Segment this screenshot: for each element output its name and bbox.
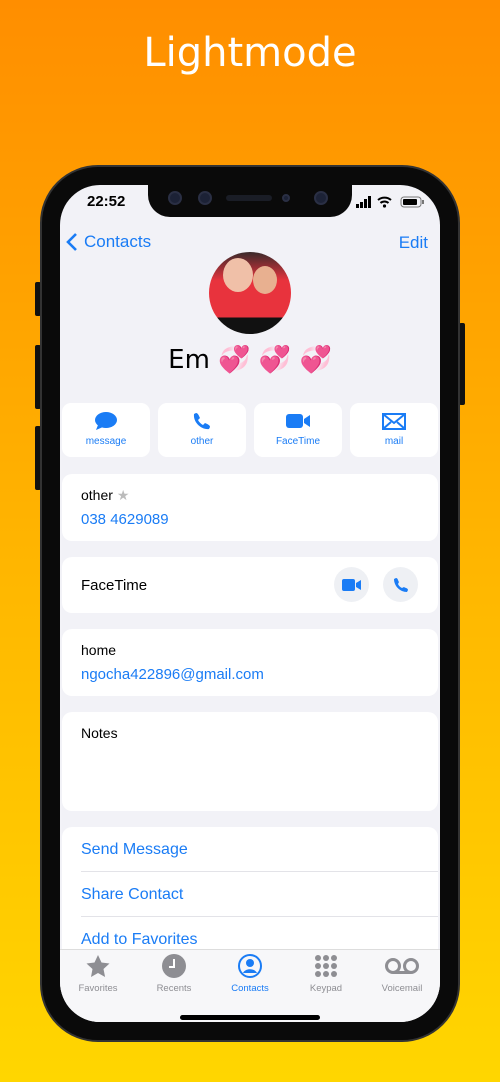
facetime-video-button[interactable] [334, 567, 369, 602]
message-button[interactable]: message [62, 403, 150, 457]
message-bubble-icon [95, 412, 117, 430]
phone-icon [193, 413, 210, 430]
call-button[interactable]: other [158, 403, 246, 457]
email-card[interactable]: home ngocha422896@gmail.com [62, 629, 438, 696]
email-value[interactable]: ngocha422896@gmail.com [81, 666, 264, 683]
back-button[interactable]: Contacts [66, 232, 151, 252]
person-circle-icon [238, 954, 262, 978]
tab-contacts[interactable]: Contacts [212, 954, 288, 994]
contact-name: Em 💞 💞 💞 [168, 345, 332, 375]
phone-card[interactable]: other ★ 038 4629089 [62, 474, 438, 541]
tab-favorites[interactable]: Favorites [60, 954, 136, 994]
facetime-label: FaceTime [81, 577, 148, 594]
chevron-left-icon [66, 233, 77, 251]
phone-number[interactable]: 038 4629089 [81, 511, 169, 528]
clock-icon [162, 954, 186, 978]
video-icon [286, 414, 310, 428]
tab-bar: Favorites Recents Contacts Keypad Voicem… [60, 949, 440, 1022]
keypad-icon [315, 955, 337, 977]
banner-title: Lightmode [143, 30, 357, 76]
screen: 22:52 Contacts Edit Em 💞 💞 💞 message oth… [60, 185, 440, 1022]
mail-button[interactable]: mail [350, 403, 438, 457]
tab-voicemail[interactable]: Voicemail [364, 954, 440, 994]
home-indicator[interactable] [180, 1015, 320, 1020]
tab-recents[interactable]: Recents [136, 954, 212, 994]
star-icon: ★ [116, 487, 130, 503]
tab-keypad[interactable]: Keypad [288, 954, 364, 994]
email-label: home [81, 642, 117, 658]
share-contact-link[interactable]: Share Contact [81, 886, 183, 904]
avatar [209, 252, 291, 334]
edit-button[interactable]: Edit [399, 233, 428, 253]
facetime-audio-button[interactable] [383, 567, 418, 602]
facetime-card: FaceTime [62, 557, 438, 613]
envelope-icon [382, 413, 406, 430]
star-icon [86, 955, 110, 977]
facetime-button[interactable]: FaceTime [254, 403, 342, 457]
notes-card[interactable]: Notes [62, 712, 438, 811]
status-icons [356, 195, 432, 214]
notes-label: Notes [81, 725, 118, 741]
voicemail-icon [385, 958, 419, 974]
video-icon [341, 578, 361, 591]
phone-icon [393, 577, 408, 592]
add-to-favorites-link[interactable]: Add to Favorites [81, 931, 198, 949]
send-message-link[interactable]: Send Message [81, 841, 188, 859]
phone-label: other [81, 487, 113, 503]
actions-list: Send Message Share Contact Add to Favori… [62, 827, 438, 967]
notch [148, 185, 352, 217]
status-time: 22:52 [87, 193, 126, 210]
